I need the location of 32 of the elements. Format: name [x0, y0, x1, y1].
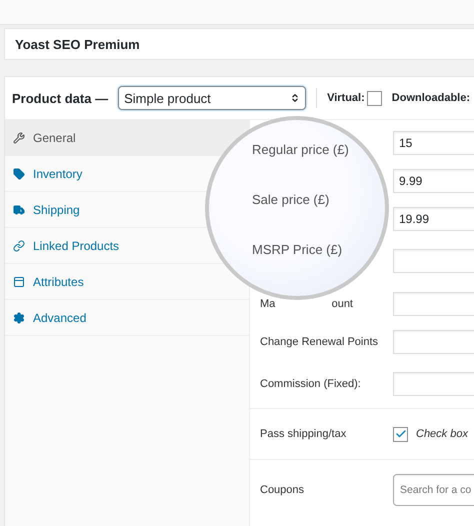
text-input[interactable] — [393, 372, 474, 396]
list-icon — [13, 276, 25, 288]
search-field[interactable]: Search for a co — [393, 474, 474, 506]
truck-icon — [13, 204, 25, 216]
product-type-select[interactable]: Simple product — [118, 86, 306, 110]
gear-icon — [13, 312, 25, 324]
field-label: MSRP Price (£) — [252, 242, 342, 257]
field-label: Sale price (£) — [252, 192, 330, 207]
text-input[interactable]: 19.99 — [393, 207, 474, 231]
option-label: Downloadable: — [392, 92, 470, 104]
text-input[interactable]: 9.99 — [393, 169, 474, 193]
field-label: Coupons — [259, 484, 306, 496]
wrench-icon — [13, 132, 25, 144]
sort-arrows-icon — [290, 93, 300, 103]
field-label: ount — [332, 298, 353, 310]
text-input[interactable] — [393, 249, 474, 273]
checkbox[interactable] — [366, 90, 382, 106]
tag-icon — [13, 168, 25, 180]
field-label: Ma — [260, 298, 276, 310]
panel-title: Yoast SEO Premium — [15, 36, 140, 52]
checkbox-note: Check box — [416, 428, 468, 440]
checkbox[interactable] — [393, 426, 408, 442]
text-input[interactable] — [393, 292, 474, 316]
field-label: Commission (Fixed): — [259, 378, 362, 390]
text-input[interactable]: 15 — [393, 131, 474, 155]
link-icon — [13, 240, 25, 252]
field-label: Regular price (£) — [252, 142, 349, 157]
text-input[interactable] — [393, 330, 474, 354]
option-label: Virtual: — [327, 92, 365, 104]
field-label: Pass shipping/tax — [259, 428, 348, 440]
panel-title: Product data — — [12, 90, 108, 106]
field-label: Change Renewal Points — [259, 336, 380, 348]
